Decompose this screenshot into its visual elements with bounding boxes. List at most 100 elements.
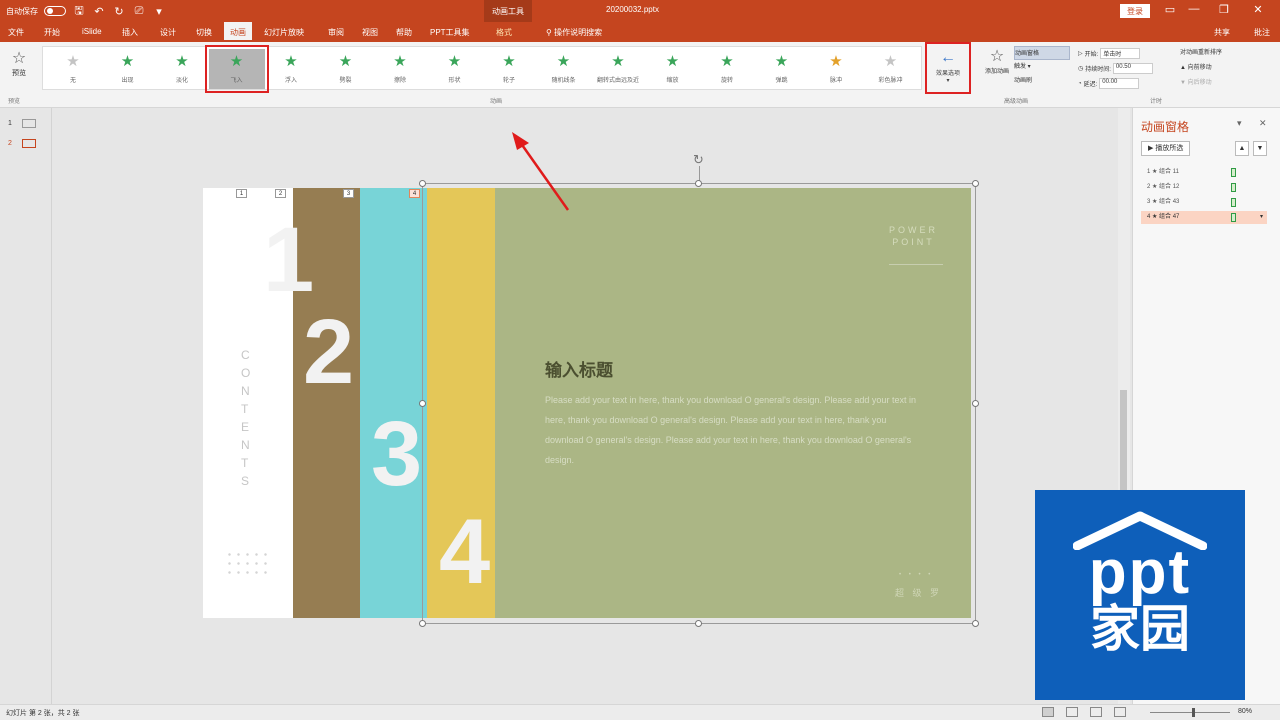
- animation-effect-8[interactable]: ★ 轮子: [481, 49, 537, 89]
- resize-handle-l[interactable]: [419, 400, 426, 407]
- restore-button[interactable]: ❐: [1214, 3, 1234, 16]
- tab-design[interactable]: 设计: [160, 27, 176, 38]
- slide-number: 2: [8, 140, 12, 147]
- animation-effect-3[interactable]: ★ 飞入: [204, 45, 269, 93]
- tell-me-search[interactable]: ⚲ 操作说明搜索: [546, 27, 602, 38]
- autosave-toggle[interactable]: [44, 6, 66, 16]
- play-selected-button[interactable]: ▶ 播放所选: [1141, 141, 1191, 156]
- animation-effect-7[interactable]: ★ 形状: [427, 49, 483, 89]
- tab-view[interactable]: 视图: [362, 27, 378, 38]
- tab-islide[interactable]: iSlide: [82, 27, 102, 36]
- slide-thumbnail-2[interactable]: 2: [8, 139, 36, 148]
- zoom-slider-knob[interactable]: [1192, 708, 1195, 717]
- star-icon: ★: [774, 53, 789, 70]
- move-down-button[interactable]: ▼: [1253, 141, 1267, 156]
- share-button[interactable]: 共享: [1214, 27, 1230, 38]
- animation-list-item-selected[interactable]: 4 ★ 组合 47 ▾: [1141, 211, 1267, 224]
- move-up-button[interactable]: ▲: [1235, 141, 1249, 156]
- reading-view-icon[interactable]: [1090, 707, 1102, 717]
- animation-painter-button[interactable]: 动画刷: [1014, 74, 1070, 88]
- slide-number: 1: [8, 120, 12, 127]
- tab-file[interactable]: 文件: [8, 27, 24, 38]
- big-number-2: 2: [303, 301, 355, 403]
- normal-view-icon[interactable]: [1042, 707, 1054, 717]
- signin-button[interactable]: 登录: [1120, 4, 1150, 18]
- delay-input[interactable]: 00.00: [1099, 78, 1140, 89]
- tab-animations[interactable]: 动画: [224, 22, 252, 42]
- tab-help[interactable]: 帮助: [396, 27, 412, 38]
- zoom-level[interactable]: 80%: [1238, 708, 1252, 715]
- tab-home[interactable]: 开始: [44, 27, 60, 38]
- animation-effect-13[interactable]: ★ 弹跳: [754, 49, 810, 89]
- star-icon: ★: [720, 53, 734, 70]
- star-icon: ★: [229, 53, 244, 70]
- animation-effect-2[interactable]: ★ 淡化: [154, 49, 210, 89]
- trigger-button[interactable]: 触发 ▾: [1014, 60, 1070, 74]
- animation-list-item[interactable]: 2 ★ 组合 12: [1141, 181, 1267, 194]
- comment-button[interactable]: 批注: [1254, 27, 1270, 38]
- pane-close-icon[interactable]: ✕: [1259, 118, 1267, 129]
- animation-list-item[interactable]: 1 ★ 组合 11: [1141, 166, 1267, 179]
- resize-handle-r[interactable]: [972, 400, 979, 407]
- animation-effect-6[interactable]: ★ 擦除: [372, 49, 428, 89]
- animation-effect-label: 淡化: [175, 78, 188, 84]
- start-label: 开始:: [1084, 52, 1099, 58]
- star-icon: ★: [284, 53, 298, 70]
- resize-handle-tl[interactable]: [419, 180, 426, 187]
- advanced-animation-label: 高级动画: [1004, 99, 1029, 105]
- tab-ppt-tools[interactable]: PPT工具集: [430, 27, 470, 38]
- resize-handle-bl[interactable]: [419, 620, 426, 627]
- undo-icon[interactable]: ↶: [92, 5, 106, 18]
- tab-review[interactable]: 审阅: [328, 27, 344, 38]
- animation-list-item[interactable]: 3 ★ 组合 43: [1141, 196, 1267, 209]
- animation-effect-15[interactable]: ★ 彩色脉冲: [863, 49, 919, 89]
- animation-effect-1[interactable]: ★ 出现: [100, 49, 156, 89]
- resize-handle-tr[interactable]: [972, 180, 979, 187]
- resize-handle-br[interactable]: [972, 620, 979, 627]
- close-button[interactable]: ✕: [1248, 3, 1268, 16]
- animation-pane-button[interactable]: 动画窗格: [1014, 46, 1070, 60]
- effect-options-button[interactable]: ← 效果选项 ▾: [925, 42, 971, 94]
- animation-effect-9[interactable]: ★ 随机线条: [536, 49, 592, 89]
- resize-handle-t[interactable]: [695, 180, 702, 187]
- pane-options-icon[interactable]: ▾: [1237, 118, 1242, 129]
- animation-effect-5[interactable]: ★ 劈裂: [318, 49, 374, 89]
- move-earlier-button[interactable]: ▲ 向前移动: [1180, 61, 1270, 76]
- minimize-button[interactable]: —: [1184, 3, 1204, 15]
- animation-effect-14[interactable]: ★ 脉冲: [808, 49, 864, 89]
- redo-icon[interactable]: ↻: [112, 5, 126, 18]
- delay-label: 延迟:: [1083, 82, 1098, 88]
- rotate-handle-icon[interactable]: ↻: [693, 152, 704, 168]
- save-icon[interactable]: 🖫: [72, 2, 86, 21]
- animation-effect-11[interactable]: ★ 缩放: [645, 49, 701, 89]
- animation-effect-label: 形状: [448, 78, 461, 84]
- slideshow-view-icon[interactable]: [1114, 707, 1126, 717]
- add-animation-button[interactable]: ☆ 添加动画: [980, 46, 1014, 75]
- star-icon: ★: [338, 53, 353, 70]
- item-dropdown-icon[interactable]: ▾: [1260, 211, 1263, 224]
- preview-button[interactable]: ☆ 预览: [6, 48, 32, 78]
- tab-insert[interactable]: 插入: [122, 27, 138, 38]
- zoom-slider-track[interactable]: [1150, 712, 1230, 713]
- add-animation-label: 添加动画: [984, 69, 1009, 75]
- tab-slideshow[interactable]: 幻灯片放映: [264, 27, 304, 38]
- customize-quick-access-icon[interactable]: ▾: [152, 5, 166, 18]
- animation-effect-label: 劈裂: [339, 78, 352, 84]
- timing-bar: [1231, 183, 1236, 192]
- animation-effect-12[interactable]: ★ 旋转: [699, 49, 755, 89]
- tab-transitions[interactable]: 切换: [196, 27, 212, 38]
- resize-handle-b[interactable]: [695, 620, 702, 627]
- slide-sorter-icon[interactable]: [1066, 707, 1078, 717]
- preview-group-label: 预览: [8, 99, 21, 105]
- star-add-icon: ☆: [989, 48, 1005, 65]
- slideshow-icon[interactable]: ⎚: [132, 5, 146, 18]
- animation-effect-10[interactable]: ★ 翻转式由远及近: [590, 49, 646, 89]
- slide-thumbnail-1[interactable]: 1: [8, 119, 36, 128]
- animation-effect-4[interactable]: ★ 浮入: [263, 49, 319, 89]
- ribbon-display-icon[interactable]: ▭: [1160, 3, 1180, 16]
- tab-format[interactable]: 格式: [496, 27, 512, 38]
- duration-input[interactable]: 00.50: [1112, 63, 1153, 74]
- animation-effect-0[interactable]: ★ 无: [45, 49, 101, 89]
- move-later-button[interactable]: ▼ 向后移动: [1180, 76, 1270, 91]
- start-dropdown[interactable]: 单击时: [1100, 48, 1141, 59]
